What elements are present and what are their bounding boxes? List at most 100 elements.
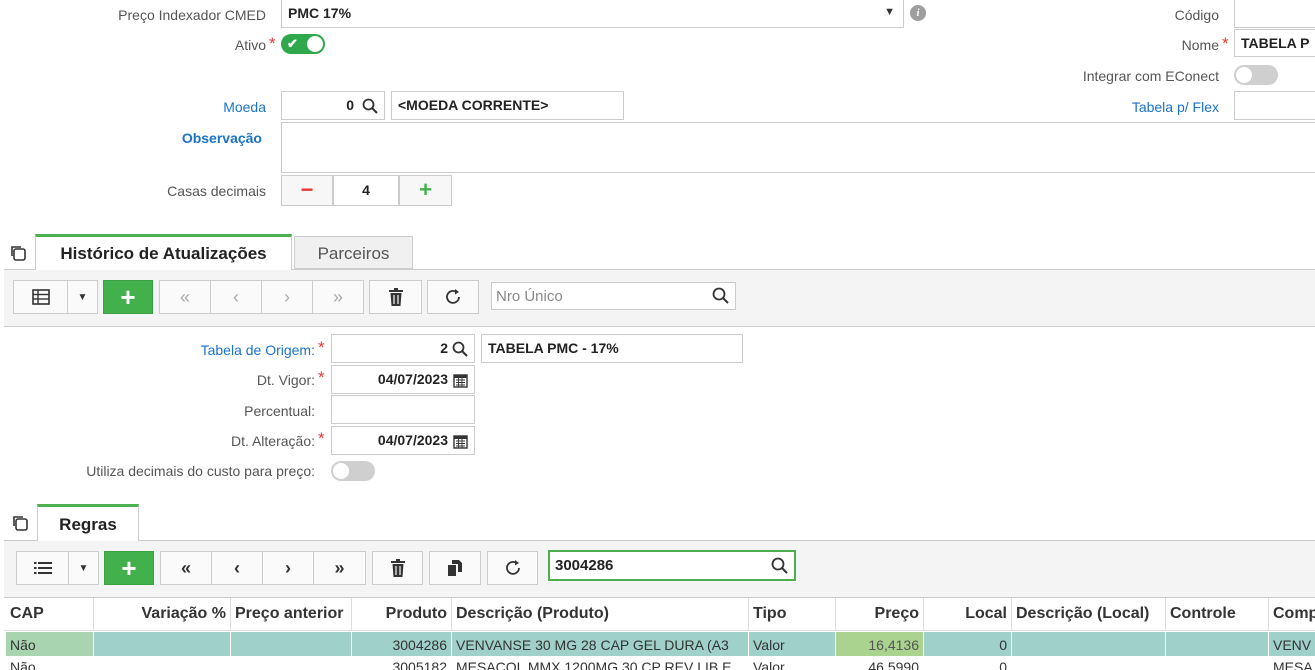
- tabela-origem-label[interactable]: Tabela de Origem:: [120, 342, 315, 358]
- moeda-desc-field: <MOEDA CORRENTE>: [391, 91, 624, 120]
- dt-alteracao-field[interactable]: 04/07/2023: [331, 426, 475, 455]
- codigo-label: Código: [1174, 7, 1219, 23]
- col-header-local[interactable]: Local: [924, 598, 1012, 630]
- chevron-down-icon: ▼: [884, 6, 895, 18]
- col-header-descricao-local[interactable]: Descrição (Local): [1012, 598, 1166, 630]
- duplicate-button[interactable]: [429, 551, 481, 585]
- last-button[interactable]: »: [312, 280, 364, 314]
- cell-descricao-produto: MESACOL MMX 1200MG 30 CP REV LIB E: [452, 658, 749, 670]
- add-button[interactable]: +: [103, 280, 153, 314]
- col-header-preco-anterior[interactable]: Preço anterior: [231, 598, 352, 630]
- observacao-textarea[interactable]: [281, 122, 1315, 173]
- col-header-produto[interactable]: Produto: [352, 598, 452, 630]
- grid-view-button[interactable]: [13, 280, 68, 314]
- search-value: 3004286: [555, 557, 614, 574]
- double-chevron-left-icon: «: [180, 557, 191, 578]
- add-button[interactable]: +: [104, 551, 154, 585]
- table-row[interactable]: Não 3004286 VENVANSE 30 MG 28 CAP GEL DU…: [4, 632, 1315, 656]
- copy-panel-icon[interactable]: [11, 514, 29, 532]
- nome-field[interactable]: TABELA P: [1234, 29, 1315, 57]
- dt-alteracao-label: Dt. Alteração:: [230, 433, 315, 449]
- next-button[interactable]: ›: [262, 551, 314, 585]
- tab-parceiros[interactable]: Parceiros: [294, 236, 413, 269]
- chevron-left-icon: ‹: [234, 557, 240, 578]
- cell-comp: VENV: [1269, 632, 1315, 656]
- col-header-descricao-produto[interactable]: Descrição (Produto): [452, 598, 749, 630]
- moeda-label[interactable]: Moeda: [170, 99, 266, 115]
- col-header-tipo[interactable]: Tipo: [749, 598, 836, 630]
- percentual-field[interactable]: [331, 395, 475, 424]
- moeda-code-field[interactable]: 0: [281, 91, 385, 120]
- list-view-button[interactable]: [16, 551, 69, 585]
- increment-button[interactable]: +: [399, 175, 452, 206]
- tabela-flex-field[interactable]: [1234, 91, 1315, 120]
- required-mark: *: [269, 34, 276, 53]
- decrement-button[interactable]: −: [281, 175, 333, 206]
- chevron-down-icon: ▼: [77, 291, 88, 303]
- col-header-preco[interactable]: Preço: [836, 598, 924, 630]
- nro-unico-search[interactable]: Nro Único: [491, 282, 736, 310]
- required-mark: *: [318, 429, 325, 448]
- tab-historico[interactable]: Histórico de Atualizações: [35, 234, 292, 270]
- trash-icon: [388, 288, 403, 306]
- preco-indexador-select[interactable]: PMC 17% ▼: [281, 0, 904, 28]
- cell-controle: [1166, 632, 1269, 656]
- delete-button[interactable]: [369, 280, 422, 314]
- codigo-field[interactable]: [1234, 0, 1315, 28]
- view-dropdown-button[interactable]: ▼: [67, 280, 98, 314]
- cell-preco-anterior: [231, 632, 352, 656]
- plus-icon: +: [121, 552, 137, 583]
- tabela-origem-desc-field: TABELA PMC - 17%: [481, 334, 743, 363]
- col-header-variacao[interactable]: Variação %: [94, 598, 231, 630]
- previous-button[interactable]: ‹: [210, 280, 262, 314]
- delete-button[interactable]: [372, 551, 423, 585]
- tabela-origem-code: 2: [440, 340, 448, 356]
- refresh-button[interactable]: [487, 551, 538, 585]
- tabela-flex-label[interactable]: Tabela p/ Flex: [1050, 99, 1219, 115]
- calendar-icon[interactable]: [453, 373, 468, 388]
- dt-vigor-field[interactable]: 04/07/2023: [331, 365, 475, 394]
- casas-decimais-input[interactable]: 4: [333, 175, 399, 206]
- first-button[interactable]: «: [159, 280, 211, 314]
- col-header-comp[interactable]: Comp: [1269, 598, 1315, 630]
- plus-icon: +: [120, 281, 136, 312]
- double-chevron-left-icon: «: [179, 286, 190, 307]
- table-row[interactable]: Não 3005182 MESACOL MMX 1200MG 30 CP REV…: [4, 658, 1315, 670]
- refresh-button[interactable]: [427, 280, 479, 314]
- calendar-icon[interactable]: [453, 434, 468, 449]
- info-icon[interactable]: i: [910, 5, 926, 21]
- utiliza-decimais-toggle[interactable]: [331, 461, 375, 481]
- tab-regras[interactable]: Regras: [37, 504, 139, 541]
- chevron-down-icon: ▼: [78, 562, 89, 574]
- next-button[interactable]: ›: [261, 280, 313, 314]
- chevron-right-icon: ›: [284, 286, 290, 307]
- first-button[interactable]: «: [160, 551, 212, 585]
- search-icon[interactable]: [770, 556, 790, 576]
- moeda-desc-value: <MOEDA CORRENTE>: [398, 97, 549, 113]
- search-icon[interactable]: [362, 98, 378, 114]
- search-icon[interactable]: [711, 286, 731, 306]
- cell-cap: Não: [6, 658, 94, 670]
- chevron-left-icon: ‹: [233, 286, 239, 307]
- previous-button[interactable]: ‹: [211, 551, 263, 585]
- preco-indexador-value: PMC 17%: [288, 5, 352, 21]
- grid-icon: [31, 289, 50, 305]
- ativo-toggle[interactable]: ✔: [281, 34, 325, 54]
- last-button[interactable]: »: [313, 551, 366, 585]
- search-icon[interactable]: [452, 341, 468, 357]
- col-header-controle[interactable]: Controle: [1166, 598, 1269, 630]
- cell-cap: Não: [6, 632, 94, 656]
- tabela-origem-code-field[interactable]: 2: [331, 334, 475, 363]
- regras-search-input[interactable]: 3004286: [548, 550, 796, 581]
- double-chevron-right-icon: »: [334, 557, 345, 578]
- view-dropdown-button[interactable]: ▼: [68, 551, 99, 585]
- integrar-toggle[interactable]: [1234, 65, 1278, 85]
- col-header-cap[interactable]: CAP: [6, 598, 94, 630]
- observacao-label[interactable]: Observação: [120, 130, 262, 146]
- copy-panel-icon[interactable]: [9, 244, 27, 262]
- chevron-right-icon: ›: [285, 557, 291, 578]
- integrar-label: Integrar com EConect: [1082, 68, 1219, 84]
- cell-variacao: [94, 632, 231, 656]
- cell-tipo: Valor: [749, 658, 836, 670]
- cell-local: 0: [924, 632, 1012, 656]
